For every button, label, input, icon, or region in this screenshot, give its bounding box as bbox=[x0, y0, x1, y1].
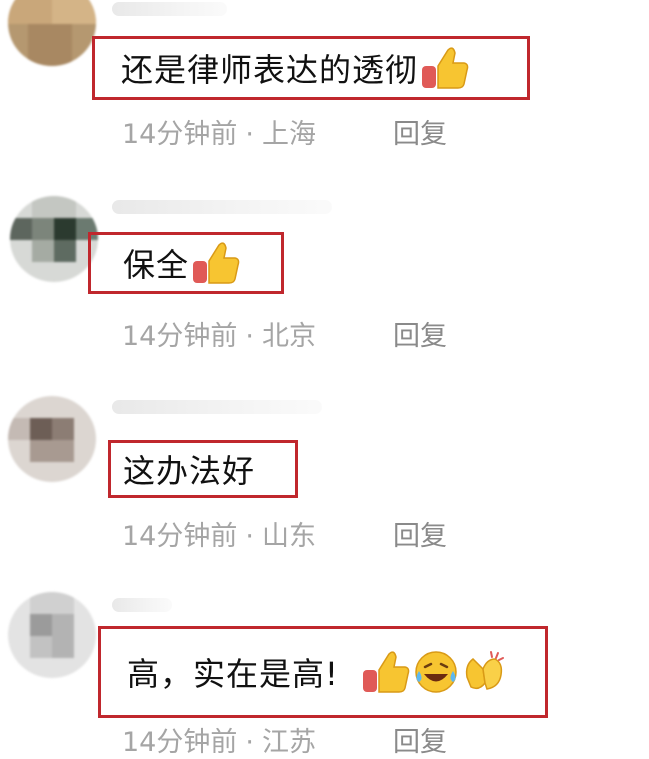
username-placeholder[interactable] bbox=[112, 598, 172, 612]
thumbs-up-icon bbox=[362, 651, 410, 693]
separator: · bbox=[245, 521, 254, 552]
comment-text: 保全 bbox=[123, 246, 190, 284]
avatar[interactable] bbox=[8, 0, 96, 66]
location: 江苏 bbox=[261, 727, 316, 758]
highlighted-comment: 这办法好 bbox=[108, 440, 298, 498]
avatar[interactable] bbox=[8, 396, 96, 482]
laughing-tears-icon bbox=[415, 651, 457, 693]
separator: · bbox=[245, 727, 254, 758]
timestamp: 14分钟前 bbox=[122, 521, 238, 552]
timestamp: 14分钟前 bbox=[122, 119, 238, 150]
username-placeholder[interactable] bbox=[112, 2, 227, 16]
comment-meta: 14分钟前 · 北京 bbox=[122, 314, 316, 353]
username-placeholder[interactable] bbox=[112, 200, 332, 214]
clapping-hands-icon bbox=[465, 651, 504, 690]
highlighted-comment: 保全 bbox=[88, 232, 284, 294]
location: 北京 bbox=[261, 321, 316, 352]
reply-button[interactable]: 回复 bbox=[393, 314, 447, 353]
separator: · bbox=[245, 119, 254, 150]
comment-meta: 14分钟前 · 江苏 bbox=[122, 720, 316, 759]
thumbs-up-icon bbox=[193, 242, 240, 284]
comment-meta: 14分钟前 · 上海 bbox=[122, 112, 316, 151]
comment-text: 还是律师表达的透彻 bbox=[121, 51, 419, 89]
separator: · bbox=[245, 321, 254, 352]
comment-text: 这办法好 bbox=[123, 452, 256, 490]
avatar[interactable] bbox=[8, 592, 96, 678]
location: 山东 bbox=[261, 521, 316, 552]
comment-text: 高，实在是高! bbox=[127, 655, 339, 693]
thumbs-up-icon bbox=[422, 47, 469, 89]
timestamp: 14分钟前 bbox=[122, 321, 238, 352]
highlighted-comment: 高，实在是高! bbox=[98, 626, 548, 718]
highlighted-comment: 还是律师表达的透彻 bbox=[92, 36, 530, 100]
timestamp: 14分钟前 bbox=[122, 727, 238, 758]
reply-button[interactable]: 回复 bbox=[393, 720, 447, 759]
location: 上海 bbox=[261, 119, 316, 150]
avatar[interactable] bbox=[10, 196, 98, 282]
comment-meta: 14分钟前 · 山东 bbox=[122, 514, 316, 553]
reply-button[interactable]: 回复 bbox=[393, 514, 447, 553]
reply-button[interactable]: 回复 bbox=[393, 112, 447, 151]
username-placeholder[interactable] bbox=[112, 400, 322, 414]
